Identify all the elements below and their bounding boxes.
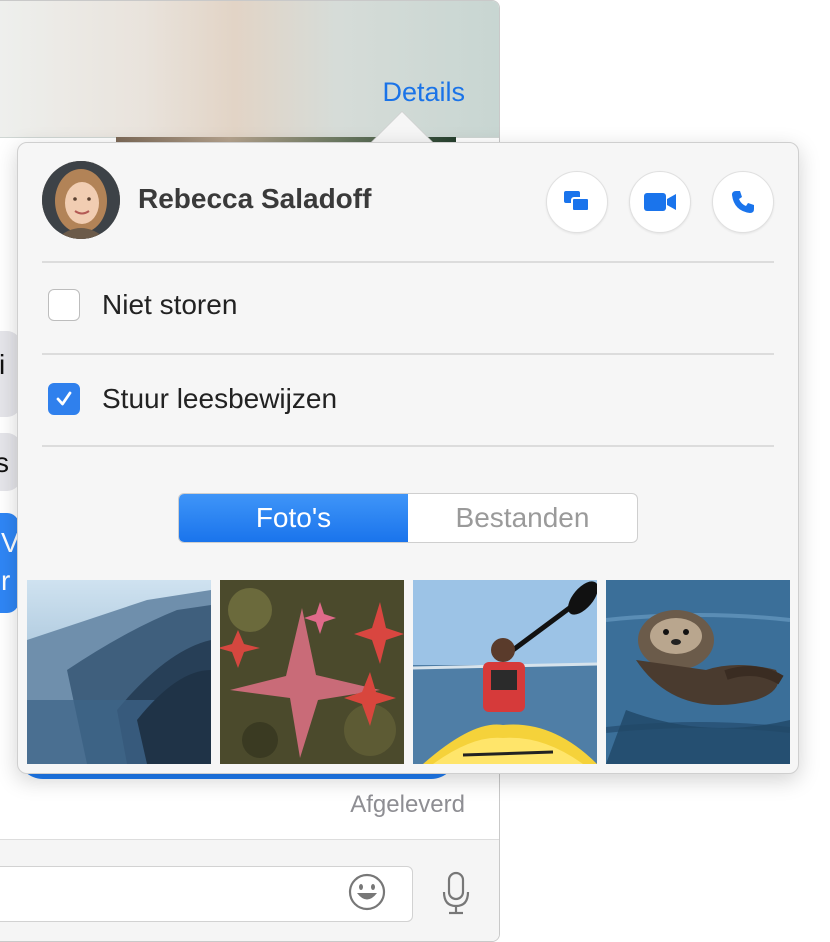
media-tabs: Foto's Bestanden <box>178 493 638 543</box>
phone-icon <box>732 191 754 213</box>
divider <box>42 261 774 263</box>
contact-name: Rebecca Saladoff <box>138 183 372 214</box>
message-input-bar <box>0 839 499 941</box>
option-label: Niet storen <box>102 289 238 320</box>
checkmark-icon <box>56 391 72 406</box>
tab-photos[interactable]: Foto's <box>179 494 408 542</box>
details-popover: Rebecca Saladoff Niet storen Stuur leesb… <box>17 142 799 774</box>
audio-call-button[interactable] <box>712 171 774 233</box>
video-call-button[interactable] <box>629 171 691 233</box>
photo-thumbnail-coast[interactable] <box>27 580 211 764</box>
avatar <box>42 161 120 239</box>
photo-thumbnail-starfish[interactable] <box>220 580 404 764</box>
do-not-disturb-checkbox[interactable] <box>48 289 80 321</box>
details-link[interactable]: Details <box>382 77 465 108</box>
bubble-text-fragment: s <box>0 447 9 479</box>
tab-files[interactable]: Bestanden <box>408 494 637 542</box>
send-read-receipts-option[interactable]: Stuur leesbewijzen <box>48 383 337 415</box>
photo-thumbnail-kayak[interactable] <box>413 580 597 764</box>
divider <box>42 445 774 447</box>
photo-thumbnail-sea-otter[interactable] <box>606 580 790 764</box>
emoji-icon[interactable] <box>347 872 387 912</box>
video-camera-icon <box>644 193 676 211</box>
divider <box>42 353 774 355</box>
message-bubbles-icon <box>564 191 590 212</box>
bubble-text-fragment: i <box>0 349 5 381</box>
do-not-disturb-option[interactable]: Niet storen <box>48 289 237 321</box>
send-read-receipts-checkbox[interactable] <box>48 383 80 415</box>
message-button[interactable] <box>546 171 608 233</box>
bubble-text-fragment: r <box>1 565 11 596</box>
microphone-icon[interactable] <box>441 870 471 916</box>
popover-arrow <box>370 112 434 144</box>
option-label: Stuur leesbewijzen <box>102 383 338 414</box>
delivered-status: Afgeleverd <box>350 791 465 818</box>
